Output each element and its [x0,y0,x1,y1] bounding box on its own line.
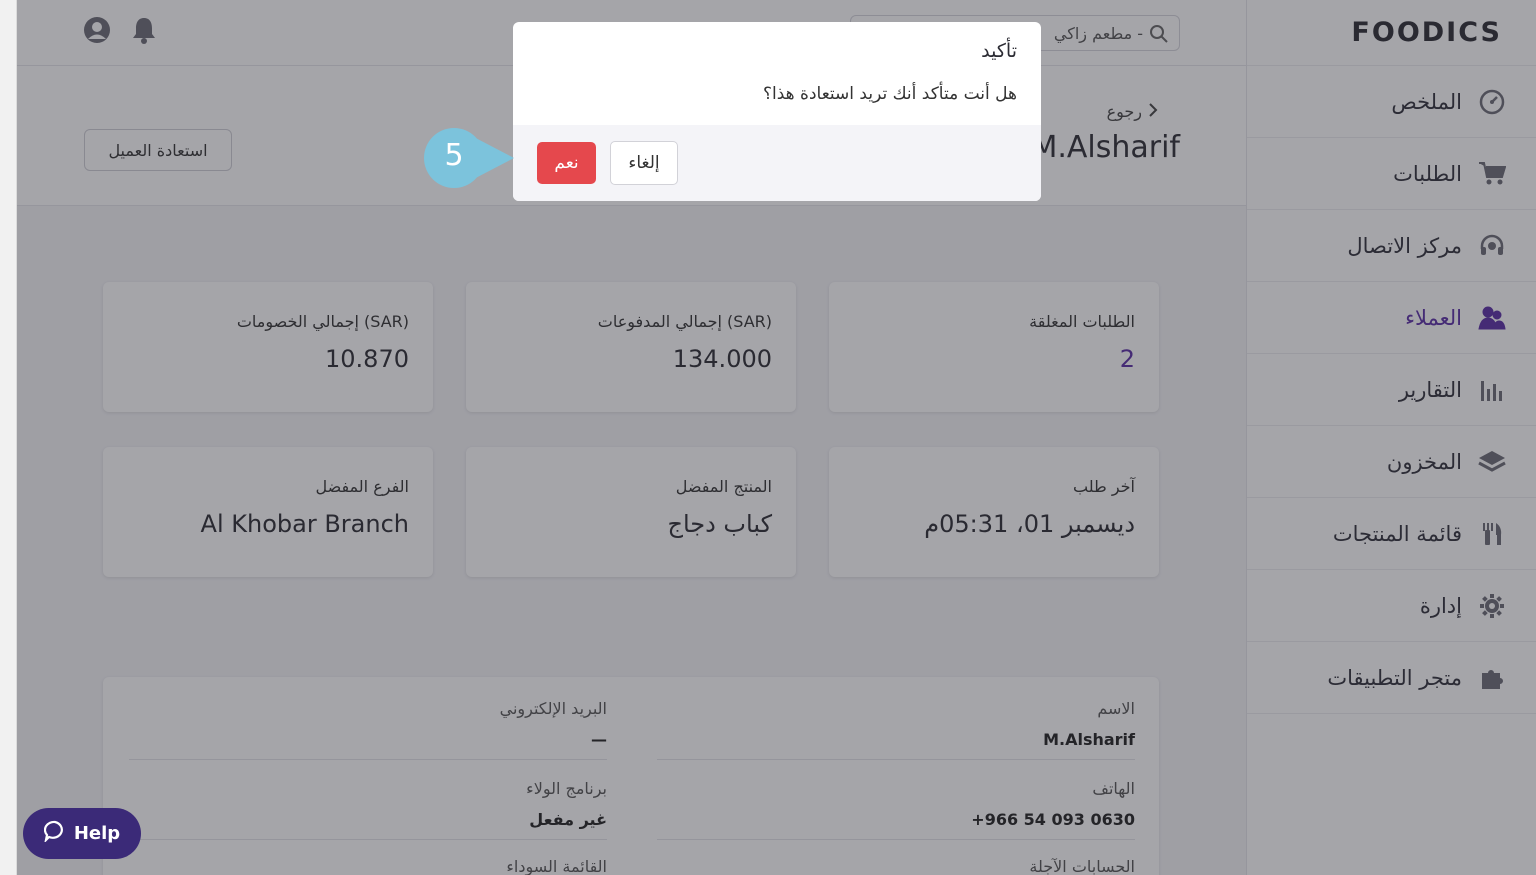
help-button[interactable]: Help [23,808,141,859]
help-label: Help [73,823,121,844]
cancel-button[interactable]: إلغاء [610,141,678,185]
app-window: مطعم زاكي - رجوع M.Alsharif استعادة العم… [17,0,1536,875]
dialog-title: تأكيد [981,40,1017,62]
confirm-dialog: تأكيد هل أنت متأكد أنك تريد استعادة هذا؟… [513,22,1041,201]
chat-bubble-icon [43,820,66,847]
step-number: 5 [444,138,464,173]
dialog-footer: نعم إلغاء [513,125,1041,201]
page-scrollbar[interactable] [0,0,17,875]
confirm-yes-button[interactable]: نعم [537,142,596,184]
step-badge: 5 [418,128,528,188]
dialog-message: هل أنت متأكد أنك تريد استعادة هذا؟ [763,84,1017,104]
